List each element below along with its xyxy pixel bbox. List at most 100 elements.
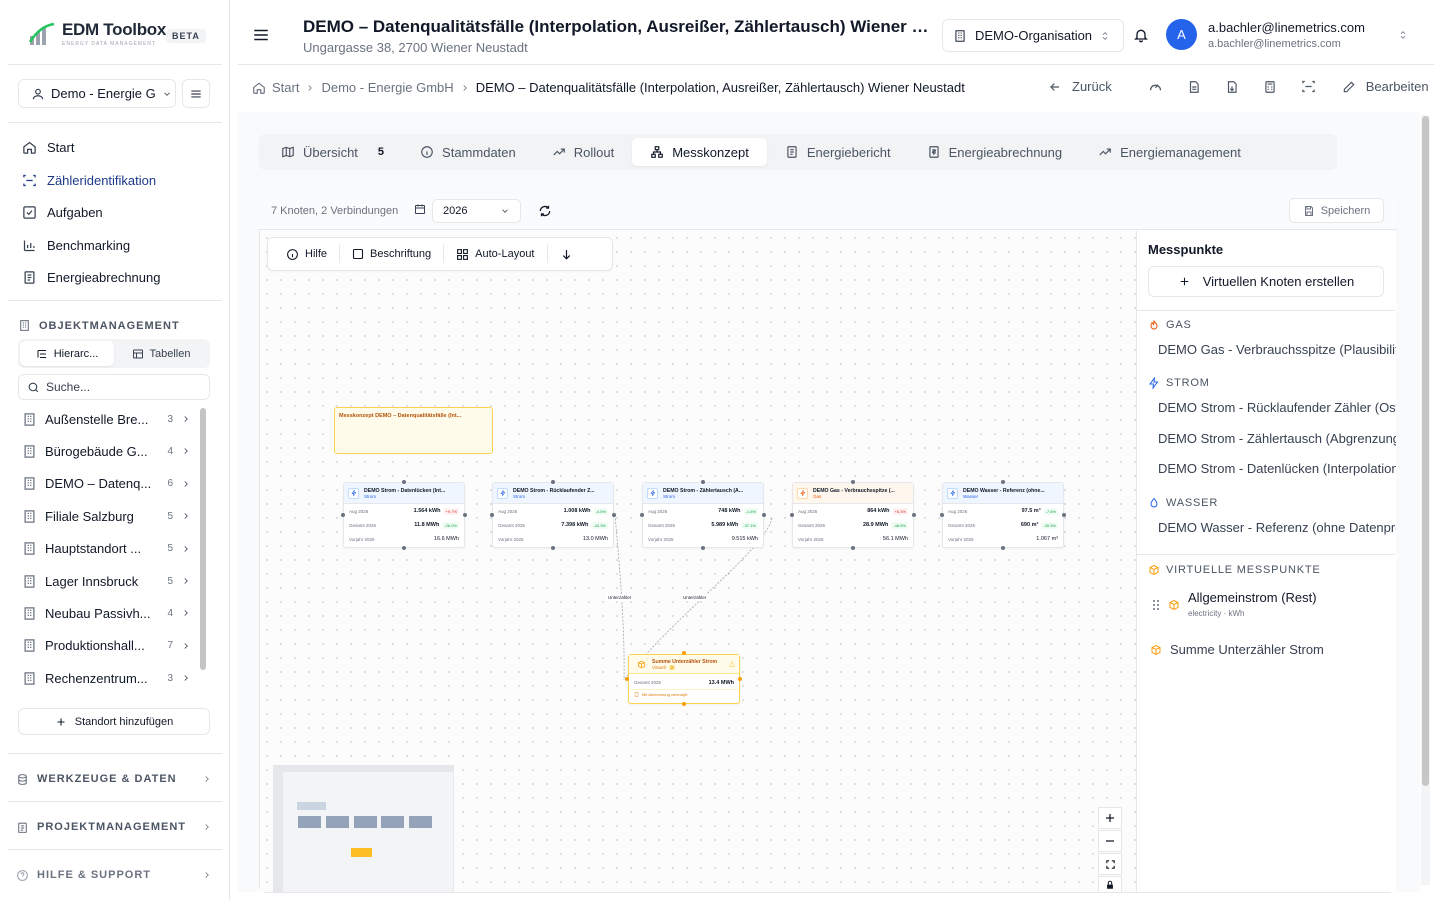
add-location-button[interactable]: Standort hinzufügen	[18, 708, 210, 735]
chevron-right-icon[interactable]	[181, 414, 191, 424]
node-handle[interactable]	[402, 480, 406, 484]
gauge-button[interactable]	[1148, 79, 1163, 94]
location-item[interactable]: Filiale Salzburg 5	[22, 502, 192, 530]
user-menu-toggle[interactable]	[1398, 28, 1408, 42]
view-toggle-tables[interactable]: Tabellen	[114, 341, 208, 366]
nav-item-energieabrechnung[interactable]: Energieabrechnung	[18, 263, 218, 291]
node-handle[interactable]	[341, 513, 345, 517]
node-handle[interactable]	[551, 546, 555, 550]
brand-logo[interactable]: EDM Toolbox ENERGY DATA MANAGEMENT	[28, 20, 166, 47]
node-handle[interactable]	[682, 651, 686, 655]
calculator-button[interactable]	[1263, 80, 1277, 94]
location-item[interactable]: Neubau Passivh... 4	[22, 599, 192, 627]
node-handle[interactable]	[682, 702, 686, 706]
tab-uebersicht[interactable]: Übersicht 5	[263, 138, 402, 166]
layout-direction-button[interactable]	[552, 248, 581, 261]
zoom-out-button[interactable]	[1098, 830, 1122, 852]
scan-button[interactable]	[1301, 79, 1316, 94]
tab-energiemanagement[interactable]: Energiemanagement	[1080, 138, 1259, 166]
save-button[interactable]: Speichern	[1289, 198, 1384, 223]
pdf-button[interactable]	[1225, 80, 1239, 94]
label-toggle[interactable]: Beschriftung	[344, 248, 439, 260]
location-search[interactable]	[18, 374, 210, 400]
node-handle[interactable]	[851, 480, 855, 484]
section-project-management[interactable]: PROJEKTMANAGEMENT	[16, 817, 212, 837]
back-button[interactable]: Zurück	[1072, 79, 1112, 94]
virtual-measure-point-summe[interactable]: Summe Unterzähler Strom	[1150, 642, 1396, 657]
node-handle[interactable]	[851, 546, 855, 550]
node-handle[interactable]	[790, 513, 794, 517]
node-handle[interactable]	[612, 513, 616, 517]
node-handle[interactable]	[402, 546, 406, 550]
nav-item-start[interactable]: Start	[18, 133, 218, 161]
chevron-right-icon[interactable]	[181, 608, 191, 618]
location-item[interactable]: DEMO – Datenq... 6	[22, 470, 192, 498]
help-button[interactable]: Hilfe	[278, 248, 335, 261]
location-item[interactable]: Rechenzentrum... 3	[22, 664, 192, 692]
tab-rollout[interactable]: Rollout	[534, 138, 632, 166]
chevron-right-icon[interactable]	[181, 446, 191, 456]
node-handle[interactable]	[940, 513, 944, 517]
location-search-input[interactable]	[46, 380, 196, 394]
location-item[interactable]: Lager Innsbruck 5	[22, 567, 192, 595]
refresh-button[interactable]	[538, 204, 552, 218]
location-item[interactable]: Hauptstandort ... 5	[22, 535, 192, 563]
measure-point-item[interactable]: DEMO Strom - Datenlücken (Interpolation)	[1150, 461, 1396, 476]
chevron-right-icon[interactable]	[181, 479, 191, 489]
node-handle[interactable]	[701, 480, 705, 484]
chevron-right-icon[interactable]	[181, 673, 191, 683]
chevron-right-icon[interactable]	[181, 576, 191, 586]
node-handle[interactable]	[463, 513, 467, 517]
nav-item-aufgaben[interactable]: Aufgaben	[18, 198, 218, 226]
node-handle[interactable]	[762, 513, 766, 517]
section-help-support[interactable]: HILFE & SUPPORT	[16, 865, 212, 885]
node-handle[interactable]	[701, 546, 705, 550]
node-handle[interactable]	[1001, 546, 1005, 550]
page-scrollbar[interactable]	[1422, 116, 1429, 786]
node-handle[interactable]	[490, 513, 494, 517]
nav-item-zaehleridentifikation[interactable]: Zähleridentifikation	[18, 166, 218, 194]
meter-node[interactable]: DEMO Strom - Rücklaufender Z... Strom Aug …	[492, 482, 614, 548]
node-handle[interactable]	[640, 513, 644, 517]
fit-view-button[interactable]	[1098, 853, 1122, 875]
view-toggle-hierarchy[interactable]: Hierarc...	[20, 341, 114, 366]
measure-point-item[interactable]: DEMO Wasser - Referenz (ohne Datenproble…	[1150, 520, 1396, 535]
year-select[interactable]: 2026	[432, 199, 521, 223]
node-handle[interactable]	[551, 480, 555, 484]
nav-item-benchmarking[interactable]: Benchmarking	[18, 231, 218, 259]
chevron-right-icon[interactable]	[181, 511, 191, 521]
user-name[interactable]: a.bachler@linemetrics.com	[1208, 20, 1365, 35]
organization-select[interactable]: Demo - Energie G	[18, 79, 176, 108]
section-tools-data[interactable]: WERKZEUGE & DATEN	[16, 769, 212, 789]
notifications-button[interactable]	[1133, 27, 1149, 43]
drag-handle-icon[interactable]	[1152, 599, 1160, 611]
location-item[interactable]: Bürogebäude G... 4	[22, 437, 192, 465]
measure-point-item[interactable]: DEMO Gas - Verbrauchsspitze (Plausibilit…	[1150, 342, 1396, 357]
breadcrumb-company[interactable]: Demo - Energie GmbH	[321, 80, 453, 95]
node-handle[interactable]	[912, 513, 916, 517]
chevron-right-icon[interactable]	[181, 641, 191, 651]
location-item[interactable]: Produktionshall... 7	[22, 632, 192, 660]
virtual-node-summe[interactable]: Summe Unterzähler Strom Virtuell 2 Gesam…	[628, 654, 740, 704]
tab-energiebericht[interactable]: Energiebericht	[767, 138, 909, 166]
create-virtual-node-button[interactable]: Virtuellen Knoten erstellen	[1148, 266, 1384, 297]
chevron-right-icon[interactable]	[181, 544, 191, 554]
location-list-scrollbar[interactable]	[200, 408, 206, 670]
tab-energieabrechnung[interactable]: Energieabrechnung	[909, 138, 1080, 166]
measure-point-item[interactable]: DEMO Strom - Rücklaufender Zähler (Ost)	[1150, 400, 1396, 415]
location-item[interactable]: Außenstelle Bre... 3	[22, 405, 192, 433]
node-handle[interactable]	[1062, 513, 1066, 517]
node-handle[interactable]	[1001, 480, 1005, 484]
node-handle[interactable]	[625, 677, 629, 681]
measure-point-item[interactable]: DEMO Strom - Zählertausch (Abgrenzung)	[1150, 431, 1396, 446]
group-box[interactable]: Messkonzept DEMO – Datenqualitätsfälle (…	[334, 407, 493, 454]
avatar[interactable]: A	[1166, 19, 1197, 50]
virtual-measure-point-allgemeinstrom[interactable]: Allgemeinstrom (Rest) electricity · kWh	[1152, 590, 1317, 618]
meter-node[interactable]: DEMO Wasser - Referenz (ohne... Wasser Aug…	[942, 482, 1064, 548]
breadcrumb-start[interactable]: Start	[272, 80, 299, 95]
node-handle[interactable]	[738, 677, 742, 681]
meter-node[interactable]: DEMO Strom - Zählertausch (A... Strom Aug …	[642, 482, 764, 548]
main-menu-button[interactable]	[252, 27, 270, 43]
meter-node[interactable]: DEMO Gas - Verbrauchsspitze (... Gas Aug 2…	[792, 482, 914, 548]
edit-button[interactable]: Bearbeiten	[1366, 79, 1429, 94]
